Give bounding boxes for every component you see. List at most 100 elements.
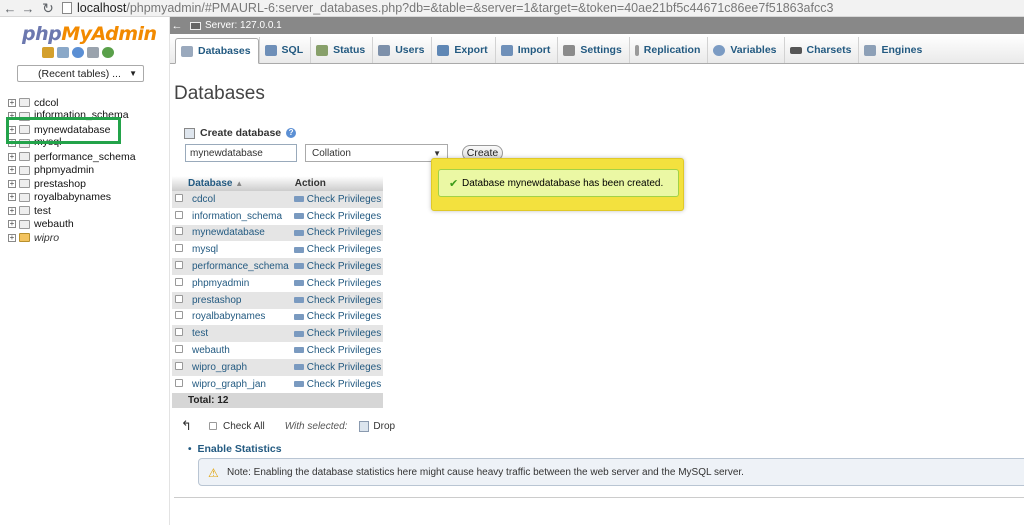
create-database-label: Create database ? (184, 127, 297, 139)
check-privileges-link[interactable]: Check Privileges (290, 358, 384, 376)
row-checkbox[interactable] (175, 345, 183, 354)
database-link[interactable]: cdcol (186, 191, 291, 208)
enable-statistics-link[interactable]: • Enable Statistics (188, 443, 282, 455)
drop-icon[interactable] (359, 420, 370, 432)
privileges-icon (293, 263, 304, 270)
tab-databases[interactable]: Databases (175, 38, 259, 64)
row-checkbox[interactable] (175, 244, 183, 253)
collapse-arrow-icon[interactable]: ← (170, 20, 184, 32)
row-checkbox[interactable] (175, 227, 183, 236)
database-name-input[interactable] (185, 144, 297, 162)
expand-icon[interactable]: + (8, 179, 16, 188)
database-icon (19, 179, 30, 189)
check-privileges-link[interactable]: Check Privileges (290, 291, 384, 309)
database-link[interactable]: information_schema (186, 207, 291, 225)
row-checkbox[interactable] (175, 378, 183, 387)
database-link[interactable]: phpmyadmin (186, 274, 291, 292)
expand-icon[interactable]: + (8, 166, 16, 175)
row-checkbox[interactable] (175, 210, 183, 219)
reload-nav-icon[interactable] (102, 47, 114, 58)
expand-icon[interactable]: + (8, 152, 16, 161)
phpmyadmin-logo[interactable]: phpMyAdmin (22, 23, 157, 45)
docs-icon[interactable] (87, 47, 99, 58)
expand-icon[interactable]: + (8, 193, 16, 202)
check-privileges-link[interactable]: Check Privileges (290, 375, 384, 393)
column-header-database[interactable]: Database ▲ (186, 176, 291, 191)
tab-engines[interactable]: Engines (858, 37, 929, 63)
tree-item-performance-schema[interactable]: + performance_schema (8, 150, 136, 164)
tab-sql[interactable]: SQL (258, 37, 311, 63)
folder-icon (19, 233, 30, 243)
success-notice-popup: ✔ Database mynewdatabase has been create… (431, 158, 684, 211)
check-privileges-link[interactable]: Check Privileges (290, 207, 384, 225)
privileges-icon (293, 313, 304, 320)
recent-tables-select[interactable]: (Recent tables) ... ▼ (17, 65, 144, 82)
tree-item-webauth[interactable]: + webauth (8, 218, 136, 232)
tab-import[interactable]: Import (494, 37, 558, 63)
database-link[interactable]: prestashop (186, 291, 291, 309)
row-checkbox[interactable] (175, 311, 183, 320)
address-bar[interactable]: localhost/phpmyadmin/#PMAURL-6:server_da… (62, 0, 833, 16)
tree-item-prestashop[interactable]: + prestashop (8, 177, 136, 191)
expand-icon[interactable]: + (8, 233, 16, 242)
database-link[interactable]: webauth (186, 342, 291, 359)
tree-item-wipro[interactable]: + wipro (8, 231, 136, 245)
row-checkbox[interactable] (175, 328, 183, 337)
drop-button[interactable]: Drop (373, 421, 395, 432)
database-link[interactable]: performance_schema (186, 258, 291, 275)
check-all-label[interactable]: Check All (223, 421, 265, 432)
tree-item-cdcol[interactable]: + cdcol (8, 96, 136, 110)
database-link[interactable]: wipro_graph_jan (186, 375, 291, 393)
check-privileges-link[interactable]: Check Privileges (290, 224, 384, 242)
back-arrow-icon[interactable]: ← (2, 0, 18, 16)
help-icon[interactable] (72, 47, 84, 58)
collation-select[interactable]: Collation ▼ (305, 144, 448, 162)
expand-icon[interactable]: + (8, 220, 16, 229)
charsets-icon (789, 46, 802, 54)
row-checkbox[interactable] (175, 193, 183, 202)
database-link[interactable]: test (186, 325, 291, 343)
tab-users[interactable]: Users (372, 37, 431, 63)
table-row: phpmyadmin Check Privileges (172, 274, 384, 292)
tree-item-royalbabynames[interactable]: + royalbabynames (8, 191, 136, 205)
server-breadcrumb[interactable]: Server: 127.0.0.1 (205, 20, 282, 31)
reload-icon[interactable]: ↻ (40, 0, 56, 16)
check-privileges-link[interactable]: Check Privileges (290, 191, 384, 208)
tab-settings[interactable]: Settings (557, 37, 628, 63)
tab-charsets[interactable]: Charsets (783, 37, 859, 63)
expand-icon[interactable]: + (8, 98, 16, 107)
forward-arrow-icon[interactable]: → (20, 0, 36, 16)
row-checkbox[interactable] (175, 261, 183, 270)
check-all-checkbox[interactable] (209, 422, 217, 430)
tree-item-test[interactable]: + test (8, 204, 136, 218)
privileges-icon (293, 246, 304, 253)
check-privileges-link[interactable]: Check Privileges (290, 308, 384, 326)
home-icon[interactable] (42, 47, 54, 58)
check-privileges-link[interactable]: Check Privileges (290, 274, 384, 292)
row-checkbox[interactable] (175, 361, 183, 370)
expand-icon[interactable]: + (8, 206, 16, 215)
databases-table: Database ▲ Action cdcol Check Privileges … (172, 176, 384, 408)
tab-status[interactable]: Status (310, 37, 372, 63)
logout-icon[interactable] (57, 47, 69, 58)
row-checkbox[interactable] (175, 294, 183, 303)
nav-icon-bar (42, 47, 114, 58)
database-link[interactable]: royalbabynames (186, 308, 291, 326)
privileges-icon (293, 330, 304, 337)
tab-replication[interactable]: Replication (628, 37, 708, 63)
table-row: webauth Check Privileges (172, 342, 384, 359)
warning-icon: ⚠ (208, 466, 219, 480)
database-link[interactable]: mysql (186, 241, 291, 259)
database-link[interactable]: wipro_graph (186, 358, 291, 376)
tab-export[interactable]: Export (431, 37, 494, 63)
row-checkbox[interactable] (175, 277, 183, 286)
tab-variables[interactable]: Variables (707, 37, 783, 63)
check-privileges-link[interactable]: Check Privileges (290, 325, 384, 343)
check-privileges-link[interactable]: Check Privileges (290, 258, 384, 275)
check-privileges-link[interactable]: Check Privileges (290, 241, 384, 259)
check-privileges-link[interactable]: Check Privileges (290, 342, 384, 359)
help-icon[interactable]: ? (286, 128, 297, 138)
column-header-action: Action (290, 176, 384, 191)
database-link[interactable]: mynewdatabase (186, 224, 291, 242)
tree-item-phpmyadmin[interactable]: + phpmyadmin (8, 164, 136, 178)
